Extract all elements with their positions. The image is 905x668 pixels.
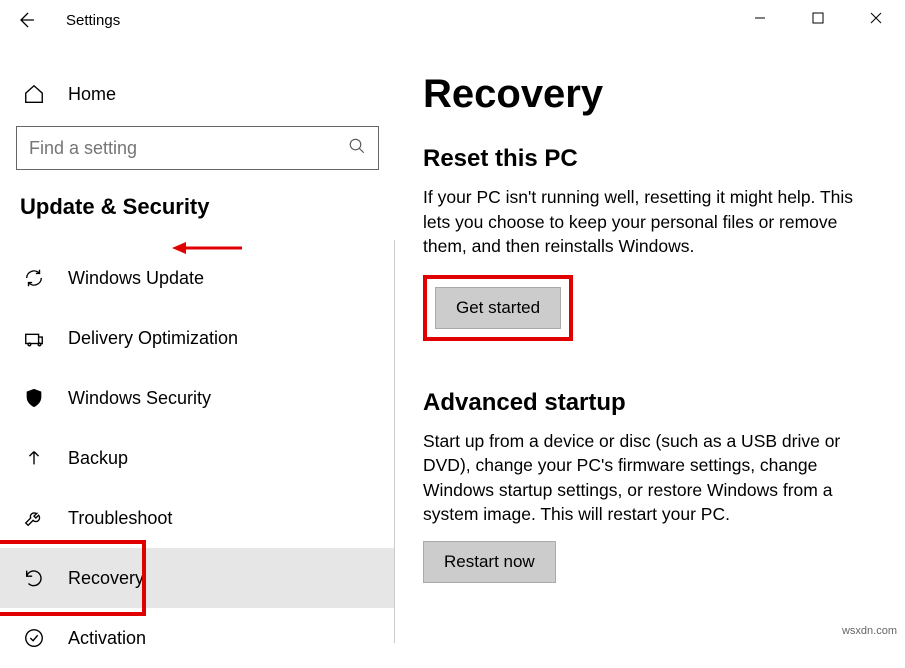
search-input[interactable]	[29, 138, 348, 159]
sidebar-item-label: Windows Update	[68, 268, 204, 289]
section-reset-pc: Reset this PC If your PC isn't running w…	[423, 145, 877, 341]
reset-heading: Reset this PC	[423, 145, 877, 173]
sidebar-item-recovery[interactable]: Recovery	[0, 548, 395, 608]
search-box[interactable]	[16, 126, 379, 170]
sidebar-section-header: Update & Security	[20, 194, 379, 220]
maximize-button[interactable]	[789, 0, 847, 36]
search-icon	[348, 137, 366, 160]
sidebar-item-label: Backup	[68, 448, 128, 469]
sidebar-item-label: Recovery	[68, 568, 144, 589]
close-button[interactable]	[847, 0, 905, 36]
advanced-body: Start up from a device or disc (such as …	[423, 429, 877, 527]
annotation-arrow	[172, 240, 242, 256]
sidebar-item-label: Windows Security	[68, 388, 211, 409]
sidebar-item-label: Activation	[68, 628, 146, 649]
restart-now-button[interactable]: Restart now	[423, 541, 556, 583]
page-title: Recovery	[423, 72, 877, 117]
sidebar-item-backup[interactable]: Backup	[0, 428, 395, 488]
back-button[interactable]	[14, 8, 38, 32]
sidebar: Home Update & Security Windows Update	[0, 40, 395, 643]
sidebar-item-label: Troubleshoot	[68, 508, 172, 529]
watermark: wsxdn.com	[842, 625, 897, 637]
minimize-button[interactable]	[731, 0, 789, 36]
sidebar-item-windows-security[interactable]: Windows Security	[0, 368, 395, 428]
sidebar-item-troubleshoot[interactable]: Troubleshoot	[0, 488, 395, 548]
content-pane: Recovery Reset this PC If your PC isn't …	[395, 40, 905, 643]
wrench-icon	[20, 504, 48, 532]
shield-icon	[20, 384, 48, 412]
sidebar-item-home[interactable]: Home	[16, 68, 379, 120]
sidebar-item-label: Delivery Optimization	[68, 328, 238, 349]
advanced-heading: Advanced startup	[423, 389, 877, 417]
sync-icon	[20, 264, 48, 292]
recovery-icon	[20, 564, 48, 592]
sidebar-item-delivery-optimization[interactable]: Delivery Optimization	[0, 308, 395, 368]
delivery-icon	[20, 324, 48, 352]
activation-icon	[20, 624, 48, 652]
reset-body: If your PC isn't running well, resetting…	[423, 185, 877, 259]
backup-icon	[20, 444, 48, 472]
get-started-button[interactable]: Get started	[435, 287, 561, 329]
sidebar-nav-list: Windows Update Delivery Optimization Win…	[0, 248, 395, 668]
sidebar-item-activation[interactable]: Activation	[0, 608, 395, 668]
sidebar-home-label: Home	[68, 84, 116, 105]
section-advanced-startup: Advanced startup Start up from a device …	[423, 389, 877, 583]
window-title: Settings	[66, 12, 120, 29]
home-icon	[20, 80, 48, 108]
window-controls	[731, 0, 905, 36]
annotation-highlight-getstarted: Get started	[423, 275, 573, 341]
sidebar-item-windows-update[interactable]: Windows Update	[0, 248, 395, 308]
